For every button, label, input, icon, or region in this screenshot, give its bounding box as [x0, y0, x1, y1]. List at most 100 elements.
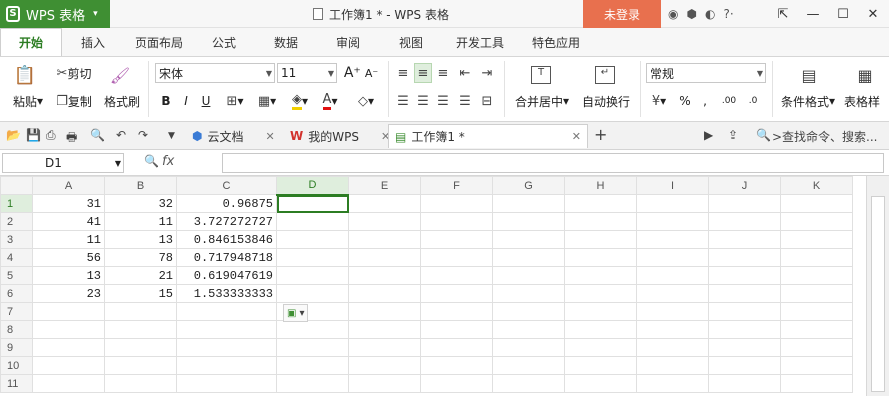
cell-empty[interactable]: [708, 356, 781, 375]
cell-a[interactable]: 23: [32, 284, 105, 303]
row-header[interactable]: 8: [0, 320, 33, 339]
video-icon[interactable]: ▶: [704, 128, 713, 142]
cell-empty[interactable]: [348, 356, 421, 375]
column-header[interactable]: B: [104, 176, 177, 195]
cell-empty[interactable]: [492, 338, 565, 357]
italic-button[interactable]: I: [176, 91, 196, 111]
font-grow-shrink[interactable]: A⁺ A⁻: [341, 63, 381, 83]
font-color-button[interactable]: A ▾: [316, 91, 344, 111]
cell-empty[interactable]: [564, 356, 637, 375]
name-box[interactable]: D1 ▼: [2, 153, 124, 173]
cell-empty[interactable]: [420, 284, 493, 303]
export-pdf-icon[interactable]: ⎙: [46, 128, 56, 143]
cell-b[interactable]: 21: [104, 266, 177, 285]
cell-b[interactable]: 13: [104, 230, 177, 249]
print-icon[interactable]: 🖶: [66, 128, 77, 149]
skin-icon[interactable]: ◉: [668, 7, 678, 21]
merge-center-icon[interactable]: T: [528, 63, 554, 87]
share-doc-icon[interactable]: ⇪: [728, 128, 738, 142]
cell-empty[interactable]: [348, 194, 421, 213]
cell-empty[interactable]: [780, 284, 853, 303]
cell-b[interactable]: 78: [104, 248, 177, 267]
cell-empty[interactable]: [708, 338, 781, 357]
conditional-format-button[interactable]: 条件格式 ▾: [776, 91, 840, 111]
tab-page-layout[interactable]: 页面布局: [124, 28, 194, 56]
cell-empty[interactable]: [564, 374, 637, 393]
number-format-select[interactable]: 常规 ▼: [646, 63, 766, 83]
row-header[interactable]: 9: [0, 338, 33, 357]
cell-empty[interactable]: [276, 338, 349, 357]
cell-empty[interactable]: [420, 194, 493, 213]
cell-empty[interactable]: [420, 320, 493, 339]
login-button[interactable]: 未登录: [583, 0, 661, 28]
justify-icon[interactable]: ☰: [456, 91, 474, 111]
decrease-decimal-icon[interactable]: .0: [742, 91, 764, 111]
row-header[interactable]: 6: [0, 284, 33, 303]
cut-button[interactable]: ✂ 剪切: [50, 63, 98, 83]
cell-empty[interactable]: [348, 248, 421, 267]
cell-empty[interactable]: [708, 230, 781, 249]
column-header[interactable]: K: [780, 176, 853, 195]
column-header[interactable]: E: [348, 176, 421, 195]
app-menu-button[interactable]: S WPS 表格 ▾: [0, 0, 110, 28]
cell-a[interactable]: 11: [32, 230, 105, 249]
cell-empty[interactable]: [348, 230, 421, 249]
tab-cloud-docs[interactable]: ⬢ 云文档 ✕: [186, 124, 281, 148]
row-header[interactable]: 11: [0, 374, 33, 393]
cell-empty[interactable]: [564, 248, 637, 267]
copy-button[interactable]: ❐ 复制: [50, 91, 98, 111]
format-painter-icon[interactable]: 🖌: [102, 63, 138, 87]
cell-empty[interactable]: [708, 374, 781, 393]
cell-empty[interactable]: [276, 248, 349, 267]
align-right-icon[interactable]: ☰: [434, 91, 452, 111]
column-header[interactable]: A: [32, 176, 105, 195]
cell-empty[interactable]: [780, 212, 853, 231]
currency-button[interactable]: ¥ ▾: [646, 91, 672, 111]
scrollbar-thumb[interactable]: [871, 196, 885, 392]
cell-c[interactable]: [176, 338, 277, 357]
cell-c[interactable]: 0.619047619: [176, 266, 277, 285]
cell-empty[interactable]: [492, 302, 565, 321]
cell-empty[interactable]: [780, 356, 853, 375]
cell-empty[interactable]: [636, 266, 709, 285]
save-icon[interactable]: 💾: [26, 128, 41, 142]
command-search[interactable]: >查找命令、搜索...: [772, 128, 878, 145]
cell-b[interactable]: [104, 356, 177, 375]
cell-empty[interactable]: [276, 320, 349, 339]
format-painter-button[interactable]: 格式刷: [100, 91, 144, 111]
cell-empty[interactable]: [492, 374, 565, 393]
cell-empty[interactable]: [636, 338, 709, 357]
formula-input[interactable]: [222, 153, 884, 173]
cell-empty[interactable]: [276, 266, 349, 285]
table-format-button[interactable]: 表格样: [844, 91, 889, 111]
cell-empty[interactable]: [564, 284, 637, 303]
cell-c[interactable]: [176, 302, 277, 321]
select-all-corner[interactable]: [0, 176, 33, 195]
cell-empty[interactable]: [636, 230, 709, 249]
cell-empty[interactable]: [564, 338, 637, 357]
column-header[interactable]: H: [564, 176, 637, 195]
align-center-icon[interactable]: ☰: [414, 91, 432, 111]
tab-view[interactable]: 视图: [378, 28, 444, 56]
align-left-icon[interactable]: ☰: [394, 91, 412, 111]
cell-empty[interactable]: [708, 284, 781, 303]
maximize-icon[interactable]: ☐: [828, 7, 858, 22]
fill-color-button[interactable]: ◈ ▾: [286, 91, 314, 111]
cell-empty[interactable]: [780, 266, 853, 285]
restore-icon[interactable]: ⇱: [768, 7, 798, 22]
cell-a[interactable]: 56: [32, 248, 105, 267]
bold-button[interactable]: B: [156, 91, 176, 111]
cell-empty[interactable]: [636, 284, 709, 303]
cell-a[interactable]: 41: [32, 212, 105, 231]
column-header[interactable]: J: [708, 176, 781, 195]
cell-empty[interactable]: [708, 302, 781, 321]
wrap-text-button[interactable]: 自动换行: [578, 91, 634, 111]
cell-empty[interactable]: [276, 230, 349, 249]
cell-empty[interactable]: [780, 374, 853, 393]
cell-empty[interactable]: [636, 212, 709, 231]
cell-empty[interactable]: [564, 230, 637, 249]
cell-a[interactable]: [32, 338, 105, 357]
increase-decimal-icon[interactable]: .00: [718, 91, 740, 111]
cell-empty[interactable]: [276, 356, 349, 375]
cell-b[interactable]: [104, 338, 177, 357]
